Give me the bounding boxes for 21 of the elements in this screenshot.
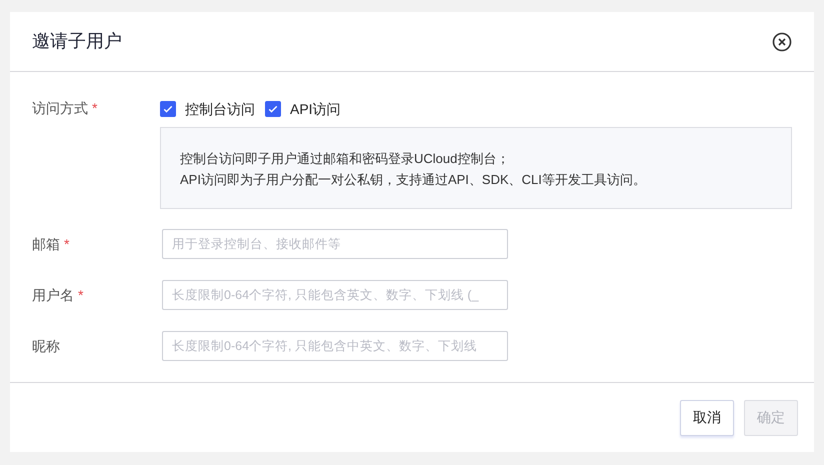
field-label: 访问方式: [32, 100, 88, 116]
required-mark: *: [64, 236, 70, 252]
dialog-button[interactable]: 取消: [680, 400, 734, 436]
field-label: 用户名: [32, 286, 74, 302]
required-mark: *: [78, 286, 84, 302]
info-text: API访问即为子用户分配一对公私钥，支持通过API、SDK、CLI等开发工具访问。: [180, 171, 647, 189]
checkbox-label: API访问: [290, 100, 341, 118]
checkbox[interactable]: [160, 101, 176, 117]
field-label: 昵称: [32, 338, 60, 354]
required-mark: *: [92, 100, 98, 116]
dialog-title: 邀请子用户: [32, 30, 122, 53]
check-icon: [267, 103, 279, 115]
checkbox-label: 控制台访问: [185, 100, 255, 118]
close-icon[interactable]: [772, 32, 792, 52]
input-field[interactable]: 长度限制0-64个字符, 只能包含中英文、数字、下划线: [162, 331, 508, 361]
checkbox[interactable]: [265, 101, 281, 117]
field-label: 邮箱: [32, 236, 60, 252]
input-field[interactable]: 用于登录控制台、接收邮件等: [162, 229, 508, 259]
check-icon: [162, 103, 174, 115]
input-field[interactable]: 长度限制0-64个字符, 只能包含英文、数字、下划线 (_: [162, 280, 508, 310]
info-text: 控制台访问即子用户通过邮箱和密码登录UCloud控制台；: [180, 150, 510, 168]
